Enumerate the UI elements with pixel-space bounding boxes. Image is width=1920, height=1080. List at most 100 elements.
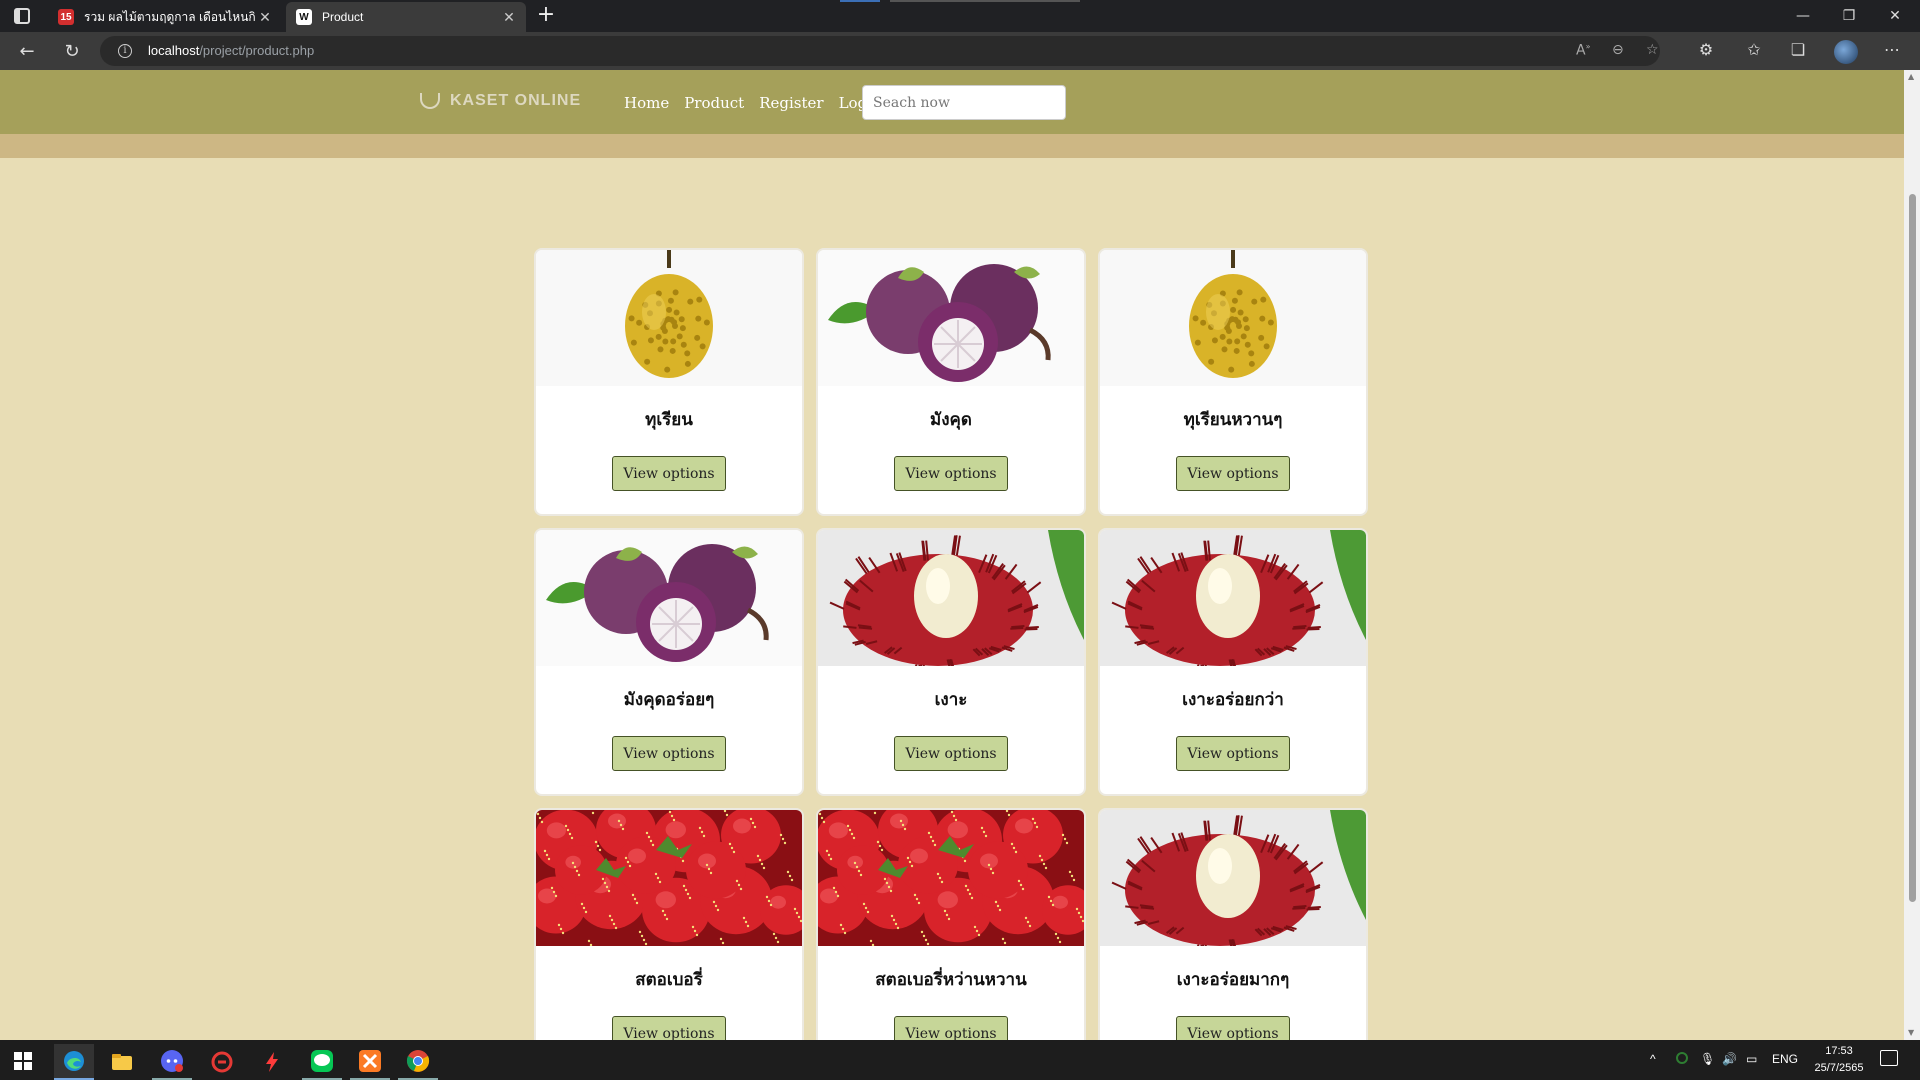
bolt-app-icon[interactable]: [252, 1044, 292, 1080]
product-name: ทุเรียนหวานๆ: [1183, 410, 1283, 430]
new-tab-button[interactable]: +: [534, 4, 558, 28]
refresh-icon[interactable]: ↻: [58, 38, 86, 66]
back-arrow-icon[interactable]: ←: [13, 38, 41, 66]
clock-date: 25/7/2565: [1814, 1062, 1864, 1074]
nav-product-link[interactable]: Product: [684, 94, 744, 112]
product-image: [818, 250, 1084, 386]
browser-tab-bar: 15 รวม ผลไม้ตามฤดูกาล เดือนไหนกินผลไม้ ✕…: [0, 0, 1920, 32]
product-name: มังคุด: [930, 410, 972, 430]
nav-links: Home Product Register Login: [624, 94, 882, 112]
volume-icon[interactable]: 🔊: [1722, 1052, 1737, 1066]
close-tab-icon[interactable]: ✕: [256, 9, 274, 26]
view-options-button[interactable]: View options: [612, 1016, 726, 1040]
scroll-up-icon[interactable]: ▲: [1908, 72, 1914, 81]
page-scrollbar[interactable]: ▲ ▼: [1904, 70, 1920, 1040]
chrome-icon[interactable]: [398, 1044, 438, 1080]
nav-accent-strip: [0, 134, 1904, 158]
nav-home-link[interactable]: Home: [624, 94, 669, 112]
durian-image-icon: [1100, 250, 1366, 386]
discord-icon[interactable]: [152, 1044, 192, 1080]
network-icon[interactable]: ▭: [1746, 1052, 1757, 1066]
tab-title: รวม ผลไม้ตามฤดูกาล เดือนไหนกินผลไม้: [84, 9, 256, 24]
notifications-icon[interactable]: [1880, 1050, 1898, 1066]
minimize-icon[interactable]: —: [1780, 0, 1826, 32]
browser-tab-inactive[interactable]: 15 รวม ผลไม้ตามฤดูกาล เดือนไหนกินผลไม้ ✕: [48, 2, 282, 32]
file-explorer-icon[interactable]: [102, 1044, 142, 1080]
product-card: เงาะอร่อยมากๆ View options: [1098, 808, 1368, 1040]
kaset-favicon-icon: W: [296, 9, 312, 25]
product-image: [536, 530, 802, 666]
nav-register-link[interactable]: Register: [759, 94, 823, 112]
language-indicator[interactable]: ENG: [1772, 1052, 1798, 1066]
collections-icon[interactable]: ❏: [1786, 40, 1810, 59]
product-card: สตอเบอรี่ View options: [534, 808, 804, 1040]
game-launcher-icon[interactable]: [202, 1044, 242, 1080]
view-options-button[interactable]: View options: [894, 456, 1008, 491]
restore-icon[interactable]: ❐: [1826, 0, 1872, 32]
product-grid: ทุเรียน View options มังคุด View options: [534, 248, 1368, 1040]
security-tray-icon[interactable]: [1676, 1052, 1688, 1067]
loading-indicator: [840, 0, 880, 2]
mangosteen-image-icon: [818, 250, 1084, 386]
product-image: [1100, 530, 1366, 666]
address-bar[interactable]: i localhost/project/product.php A» ⊖ ☆: [100, 36, 1660, 66]
logo-mark-icon: [420, 93, 440, 109]
close-window-icon[interactable]: ✕: [1872, 0, 1918, 32]
taskbar-clock[interactable]: 17:53 25/7/2565: [1804, 1043, 1874, 1077]
view-options-button[interactable]: View options: [612, 736, 726, 771]
view-options-button[interactable]: View options: [894, 736, 1008, 771]
tab-actions-icon[interactable]: [14, 8, 30, 24]
favorites-icon[interactable]: ✩: [1742, 40, 1766, 59]
view-options-button[interactable]: View options: [1176, 456, 1290, 491]
url-text[interactable]: localhost/project/product.php: [148, 43, 314, 58]
product-image: [818, 810, 1084, 946]
logo-text: KASET ONLINE: [450, 92, 582, 109]
xampp-icon[interactable]: [350, 1044, 390, 1080]
product-name: ทุเรียน: [645, 410, 693, 430]
edge-icon[interactable]: [54, 1044, 94, 1080]
microphone-icon[interactable]: 🎙: [1700, 1052, 1715, 1066]
view-options-button[interactable]: View options: [1176, 1016, 1290, 1040]
close-tab-icon[interactable]: ✕: [500, 9, 518, 26]
product-card: มังคุด View options: [816, 248, 1086, 516]
mangosteen-image-icon: [536, 530, 802, 666]
view-options-button[interactable]: View options: [894, 1016, 1008, 1040]
site-logo[interactable]: KASET ONLINE: [420, 92, 581, 110]
more-menu-icon[interactable]: ⋯: [1880, 40, 1904, 59]
clock-time: 17:53: [1825, 1045, 1853, 1057]
product-card: สตอเบอรี่หว่านหวาน View options: [816, 808, 1086, 1040]
product-name: สตอเบอรี่หว่านหวาน: [875, 970, 1027, 990]
view-options-button[interactable]: View options: [612, 456, 726, 491]
product-image: [536, 810, 802, 946]
site-navbar: KASET ONLINE Home Product Register Login: [0, 70, 1904, 134]
url-host: localhost: [148, 43, 200, 58]
site-info-icon[interactable]: i: [118, 44, 132, 58]
read-aloud-icon[interactable]: A»: [1576, 42, 1590, 59]
product-card: ทุเรียน View options: [534, 248, 804, 516]
product-image: [1100, 810, 1366, 946]
show-hidden-icons-icon[interactable]: ^: [1650, 1052, 1656, 1066]
add-favorite-icon[interactable]: ☆: [1646, 42, 1659, 58]
product-name: เงาะอร่อยมากๆ: [1176, 970, 1290, 990]
browser-tab-active[interactable]: W Product ✕: [286, 2, 526, 32]
zoom-out-icon[interactable]: ⊖: [1612, 42, 1624, 58]
search-input[interactable]: [862, 85, 1066, 120]
extensions-icon[interactable]: ⚙: [1694, 40, 1718, 59]
product-name: มังคุดอร่อยๆ: [623, 690, 715, 710]
start-windows-icon[interactable]: [14, 1052, 32, 1070]
page-viewport: KASET ONLINE Home Product Register Login…: [0, 70, 1904, 1040]
strawberry-image-icon: [536, 810, 802, 946]
product-card: มังคุดอร่อยๆ View options: [534, 528, 804, 796]
profile-avatar[interactable]: [1834, 40, 1858, 64]
scroll-down-icon[interactable]: ▼: [1908, 1028, 1914, 1037]
product-card: เงาะอร่อยกว่า View options: [1098, 528, 1368, 796]
rambutan-image-icon: [818, 530, 1084, 666]
loading-track: [890, 0, 1080, 2]
product-name: เงาะอร่อยกว่า: [1182, 690, 1284, 710]
scroll-thumb[interactable]: [1909, 194, 1916, 902]
view-options-button[interactable]: View options: [1176, 736, 1290, 771]
windows-taskbar: ^ 🎙 🔊 ▭ ENG 17:53 25/7/2565: [0, 1040, 1920, 1080]
product-image: [536, 250, 802, 386]
line-app-icon[interactable]: [302, 1044, 342, 1080]
product-name: สตอเบอรี่: [635, 970, 703, 990]
